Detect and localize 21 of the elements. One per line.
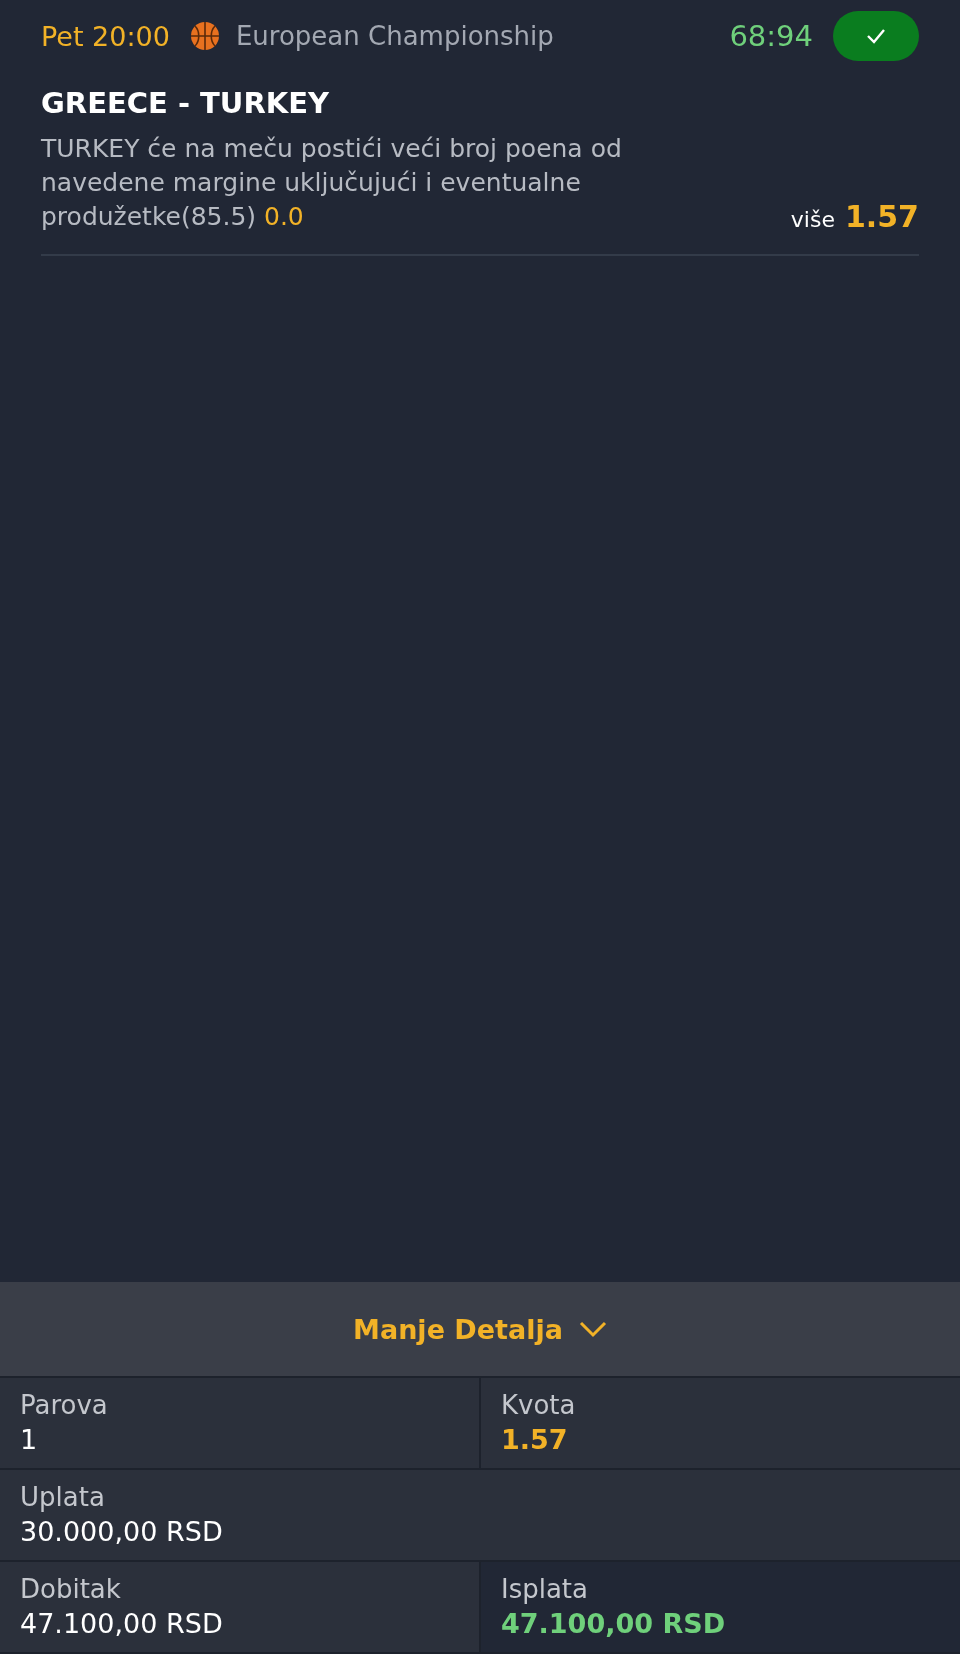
bet-description: TURKEY će na meču postići veći broj poena od navedene margine uključujući i eventualne produžetke(85.5) 0.0 [41,133,623,233]
summary-label: Dobitak [20,1574,122,1604]
final-score: 68:94 [729,19,813,53]
summary-value: 30.000,00 RSD [20,1516,224,1547]
check-icon [866,28,886,44]
summary-value: 47.100,00 RSD [501,1608,727,1639]
pick-odds: 1.57 [844,199,919,234]
summary-label: Isplata [501,1574,589,1604]
summary-value: 1.57 [501,1424,569,1455]
match-time: Pet 20:00 [41,20,170,52]
summary-label: Kvota [501,1390,577,1420]
summary-label: Parova [20,1390,109,1420]
summary-value: 47.100,00 RSD [20,1608,224,1639]
chevron-icon [578,1320,607,1338]
basketball-icon [189,21,220,51]
details-toggle[interactable]: Manje Detalja [0,1282,960,1378]
match-title: GREECE - TURKEY [41,86,331,120]
pick-label: više [790,207,835,232]
summary-label: Uplata [20,1482,106,1512]
summary-value: 1 [20,1424,39,1455]
competition-name: European Championship [235,21,555,51]
